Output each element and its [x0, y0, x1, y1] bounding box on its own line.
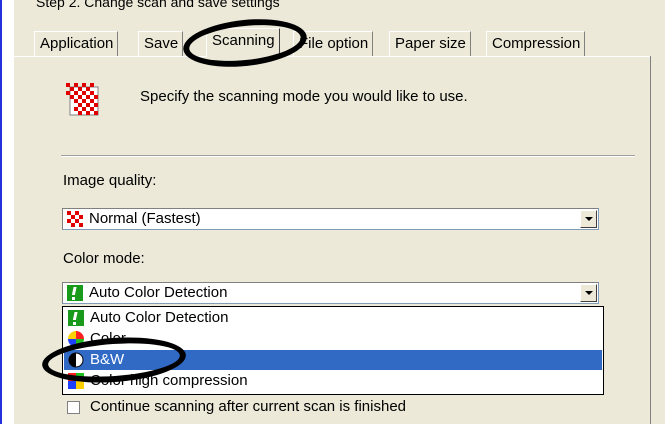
- step-title: Step 2. Change scan and save settings: [36, 0, 280, 10]
- color-mode-label: Color mode:: [63, 250, 145, 267]
- chevron-down-icon[interactable]: [580, 210, 597, 228]
- chevron-down-icon[interactable]: [580, 284, 597, 302]
- list-item-auto-color[interactable]: Auto Color Detection: [64, 308, 602, 328]
- image-quality-select[interactable]: Normal (Fastest): [62, 208, 599, 230]
- separator: [61, 155, 635, 157]
- continue-scanning-checkbox[interactable]: [67, 401, 80, 414]
- color-mode-value: Auto Color Detection: [89, 284, 228, 301]
- green-exclaim-icon: [67, 285, 83, 301]
- tab-compression[interactable]: Compression: [486, 31, 586, 56]
- continue-scanning-label: Continue scanning after current scan is …: [90, 398, 407, 415]
- tab-application[interactable]: Application: [34, 31, 119, 56]
- color-mode-select[interactable]: Auto Color Detection: [62, 282, 599, 304]
- green-exclaim-icon: [68, 310, 84, 326]
- image-quality-value: Normal (Fastest): [89, 210, 201, 227]
- window-edge: [0, 0, 2, 424]
- checker-icon: [67, 211, 83, 227]
- tab-paper-size[interactable]: Paper size: [389, 31, 471, 56]
- tab-divider: [14, 56, 651, 57]
- image-quality-label: Image quality:: [63, 172, 157, 189]
- scan-mode-icon: [66, 83, 99, 116]
- header-instruction: Specify the scanning mode you would like…: [140, 88, 468, 105]
- tab-save[interactable]: Save: [138, 31, 184, 56]
- panel-border: [650, 56, 651, 424]
